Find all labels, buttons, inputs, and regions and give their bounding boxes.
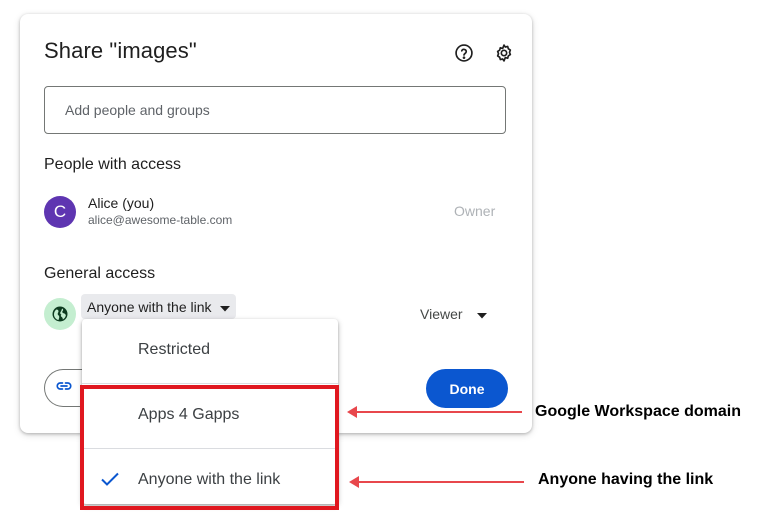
role-dropdown[interactable]: Viewer	[420, 306, 487, 322]
globe-icon	[44, 298, 76, 330]
avatar: C	[44, 196, 76, 228]
copy-link-button[interactable]	[44, 369, 84, 407]
user-email: alice@awesome-table.com	[88, 213, 233, 227]
owner-role-label: Owner	[454, 203, 496, 219]
arrow-left-icon	[349, 476, 359, 488]
role-value: Viewer	[420, 306, 463, 322]
user-name: Alice (you)	[88, 195, 155, 211]
add-people-input[interactable]	[44, 86, 506, 134]
dialog-title: Share "images"	[44, 38, 197, 63]
annotation-link-note: Anyone having the link	[538, 471, 714, 488]
gear-icon[interactable]	[493, 42, 515, 64]
annotation-domain-note: Google Workspace domain	[535, 403, 741, 420]
caret-down-icon	[219, 299, 230, 315]
people-with-access-heading: People with access	[44, 156, 181, 173]
general-access-value: Anyone with the link	[87, 298, 212, 315]
caret-down-icon	[476, 306, 487, 322]
general-access-heading: General access	[44, 265, 156, 282]
link-icon	[55, 377, 73, 400]
general-access-dropdown[interactable]: Anyone with the link	[81, 294, 236, 319]
highlight-box	[80, 385, 339, 510]
annotation-arrow-line	[358, 481, 524, 483]
arrow-left-icon	[347, 406, 357, 418]
menu-item-label: Restricted	[138, 341, 211, 358]
menu-item-restricted[interactable]: Restricted	[82, 319, 338, 383]
done-button[interactable]: Done	[426, 369, 508, 408]
annotation-arrow-line	[356, 411, 522, 413]
help-circle-icon[interactable]	[453, 42, 475, 64]
